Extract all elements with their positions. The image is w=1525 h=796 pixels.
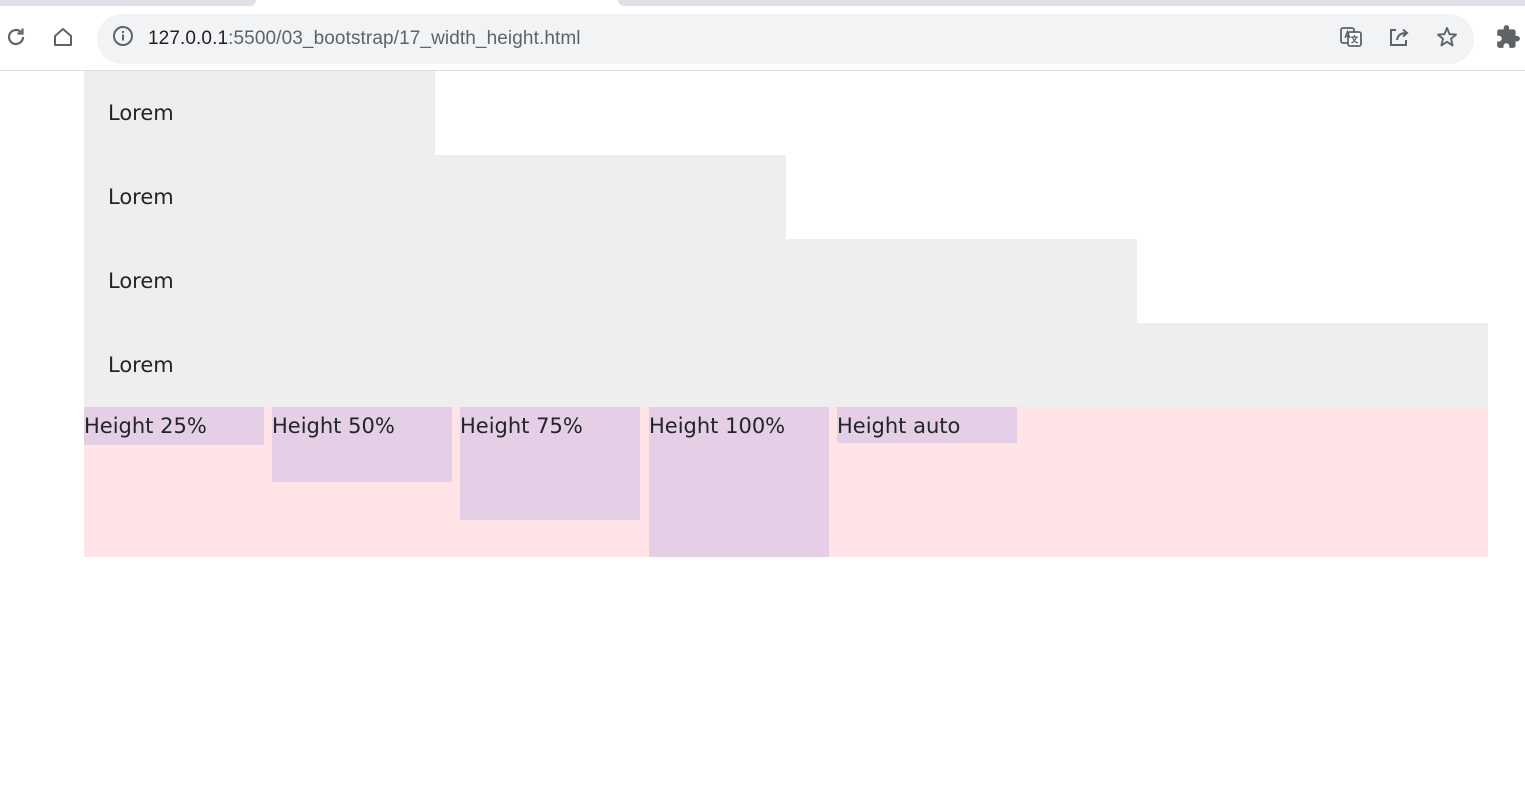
height-75-box: Height 75%	[460, 407, 640, 520]
url-path: :5500/03_bootstrap/17_width_height.html	[228, 28, 581, 49]
site-info-button[interactable]	[111, 26, 135, 50]
tab-strip	[0, 0, 1525, 8]
height-box-label: Height 50%	[272, 414, 395, 438]
extensions-icon	[1495, 24, 1521, 54]
height-auto-box: Height auto	[837, 407, 1017, 443]
height-box-label: Height 75%	[460, 414, 583, 438]
height-box-label: Height 100%	[649, 414, 786, 438]
width-row-label: Lorem	[108, 101, 174, 125]
height-container: Height 25% Height 50% Height 75% Height …	[84, 407, 1488, 557]
info-icon	[112, 25, 134, 51]
reload-icon	[4, 25, 28, 53]
inactive-tab-left[interactable]	[0, 0, 256, 6]
height-box-label: Height 25%	[84, 414, 207, 438]
height-box-label: Height auto	[837, 414, 961, 438]
translate-button[interactable]	[1338, 26, 1364, 52]
width-row-label: Lorem	[108, 269, 174, 293]
width-75-row: Lorem	[84, 239, 1137, 323]
height-25-box: Height 25%	[84, 407, 264, 445]
height-50-box: Height 50%	[272, 407, 452, 482]
reload-button[interactable]	[1, 24, 31, 54]
inactive-tab-right[interactable]	[618, 0, 1525, 6]
address-bar[interactable]: 127.0.0.1:5500/03_bootstrap/17_width_hei…	[97, 14, 1474, 64]
star-icon	[1435, 25, 1459, 53]
page-content: Lorem Lorem Lorem Lorem Height 25% Heigh…	[0, 71, 1525, 796]
share-icon	[1387, 25, 1411, 53]
browser-toolbar: 127.0.0.1:5500/03_bootstrap/17_width_hei…	[0, 8, 1525, 71]
home-icon	[51, 25, 75, 53]
translate-icon	[1339, 25, 1363, 53]
width-100-row: Lorem	[84, 323, 1488, 407]
width-row-label: Lorem	[108, 353, 174, 377]
extensions-button[interactable]	[1493, 24, 1523, 54]
share-button[interactable]	[1386, 26, 1412, 52]
bookmark-button[interactable]	[1434, 26, 1460, 52]
url-text[interactable]: 127.0.0.1:5500/03_bootstrap/17_width_hei…	[148, 14, 581, 64]
width-25-row: Lorem	[84, 71, 435, 155]
home-button[interactable]	[48, 24, 78, 54]
width-row-label: Lorem	[108, 185, 174, 209]
width-50-row: Lorem	[84, 155, 786, 239]
url-host: 127.0.0.1	[148, 28, 229, 49]
height-100-box: Height 100%	[649, 407, 829, 557]
